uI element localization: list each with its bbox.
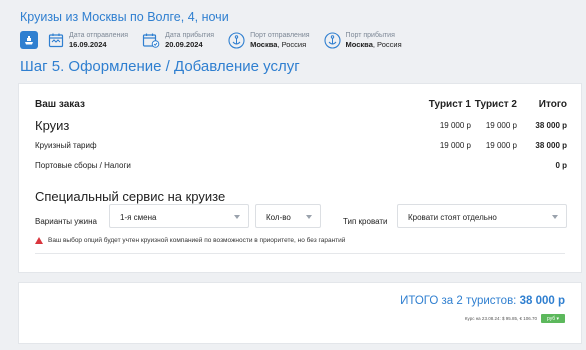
row-cruise-t2: 19 000 р	[485, 121, 517, 130]
exchange-rate-text: Курс на 23.08.24: $ 95.85, € 106.70	[464, 316, 537, 321]
currency-label: руб	[546, 315, 556, 322]
cruise-title[interactable]: Круизы из Москвы по Волге, 4, ночи	[20, 10, 229, 24]
priority-warning: Ваш выбор опций будет учтен круизной ком…	[35, 237, 345, 244]
row-port-fees-total: 0 р	[555, 161, 567, 170]
divider	[35, 253, 565, 254]
dinner-label: Варианты ужина	[35, 217, 97, 226]
total-card: ИТОГО за 2 туристов: 38 000 р Курс на 23…	[18, 282, 582, 344]
row-label-cruise: Круиз	[35, 118, 70, 133]
warning-icon	[35, 237, 43, 244]
anchor-icon	[228, 31, 245, 49]
calendar-icon	[48, 33, 64, 48]
port-from-label: Порт отправления	[250, 32, 310, 39]
row-cruise-total: 38 000 р	[535, 121, 567, 130]
chevron-down-icon	[552, 215, 558, 219]
calendar-check-icon	[142, 33, 160, 48]
grand-total: ИТОГО за 2 туристов: 38 000 р	[400, 295, 565, 307]
port-to-country: , Россия	[372, 40, 402, 49]
col-total: Итого	[538, 99, 567, 110]
departure-date: Дата отправления 16.09.2024	[48, 31, 128, 49]
port-from-city: Москва	[250, 40, 278, 49]
bed-type-select-value: Кровати стоят отдельно	[408, 213, 497, 222]
col-tourist-1: Турист 1	[428, 99, 471, 110]
dinner-select-value: 1-я смена	[120, 213, 157, 222]
port-to-value: Москва, Россия	[346, 40, 402, 49]
bed-type-select[interactable]: Кровати стоят отдельно	[397, 204, 567, 228]
order-card: Ваш заказ Турист 1 Турист 2 Итого Круиз …	[18, 83, 582, 273]
departure-port: Порт отправления Москва, Россия	[228, 31, 310, 49]
chevron-down-icon	[234, 215, 240, 219]
quantity-select-value: Кол-во	[266, 213, 291, 222]
special-service-title: Специальный сервис на круизе	[35, 189, 226, 204]
arrival-port: Порт прибытия Москва, Россия	[323, 31, 402, 49]
port-from-country: , Россия	[277, 40, 307, 49]
grand-total-label: ИТОГО за 2 туристов:	[400, 295, 517, 307]
anchor-icon	[323, 31, 341, 49]
col-tourist-2: Турист 2	[474, 99, 517, 110]
arrival-label: Дата прибытия	[165, 32, 215, 39]
step-title: Шаг 5. Оформление / Добавление услуг	[20, 58, 300, 75]
port-to-label: Порт прибытия	[345, 32, 395, 39]
row-tariff-total: 38 000 р	[535, 141, 567, 150]
chevron-down-icon	[306, 215, 312, 219]
departure-value: 16.09.2024	[69, 40, 107, 49]
exchange-rate-row: Курс на 23.08.24: $ 95.85, € 106.70 руб …	[465, 314, 565, 323]
port-from-value: Москва, Россия	[250, 40, 309, 49]
caret-down-icon: ▾	[556, 315, 560, 322]
dinner-select[interactable]: 1-я смена	[109, 204, 249, 228]
grand-total-value: 38 000 р	[519, 295, 565, 307]
priority-warning-text: Ваш выбор опций будет учтен круизной ком…	[48, 237, 346, 244]
row-label-tariff: Круизный тариф	[35, 141, 97, 150]
cruise-header: Круизы из Москвы по Волге, 4, ночи Дата …	[0, 0, 586, 90]
row-label-port-fees: Портовые сборы / Налоги	[35, 161, 131, 170]
quantity-select[interactable]: Кол-во	[255, 204, 321, 228]
order-heading: Ваш заказ	[35, 99, 85, 110]
bed-type-label: Тип кровати	[343, 217, 388, 226]
port-to-city: Москва	[345, 40, 373, 49]
row-cruise-t1: 19 000 р	[439, 121, 471, 130]
departure-label: Дата отправления	[69, 32, 129, 39]
cruise-meta-row: Дата отправления 16.09.2024 Дата прибыти…	[20, 30, 416, 50]
row-tariff-t1: 19 000 р	[439, 141, 471, 150]
ship-icon	[20, 31, 38, 49]
currency-select-button[interactable]: руб ▾	[541, 314, 565, 323]
row-tariff-t2: 19 000 р	[485, 141, 517, 150]
arrival-date: Дата прибытия 20.09.2024	[142, 31, 214, 49]
arrival-value: 20.09.2024	[165, 40, 203, 49]
